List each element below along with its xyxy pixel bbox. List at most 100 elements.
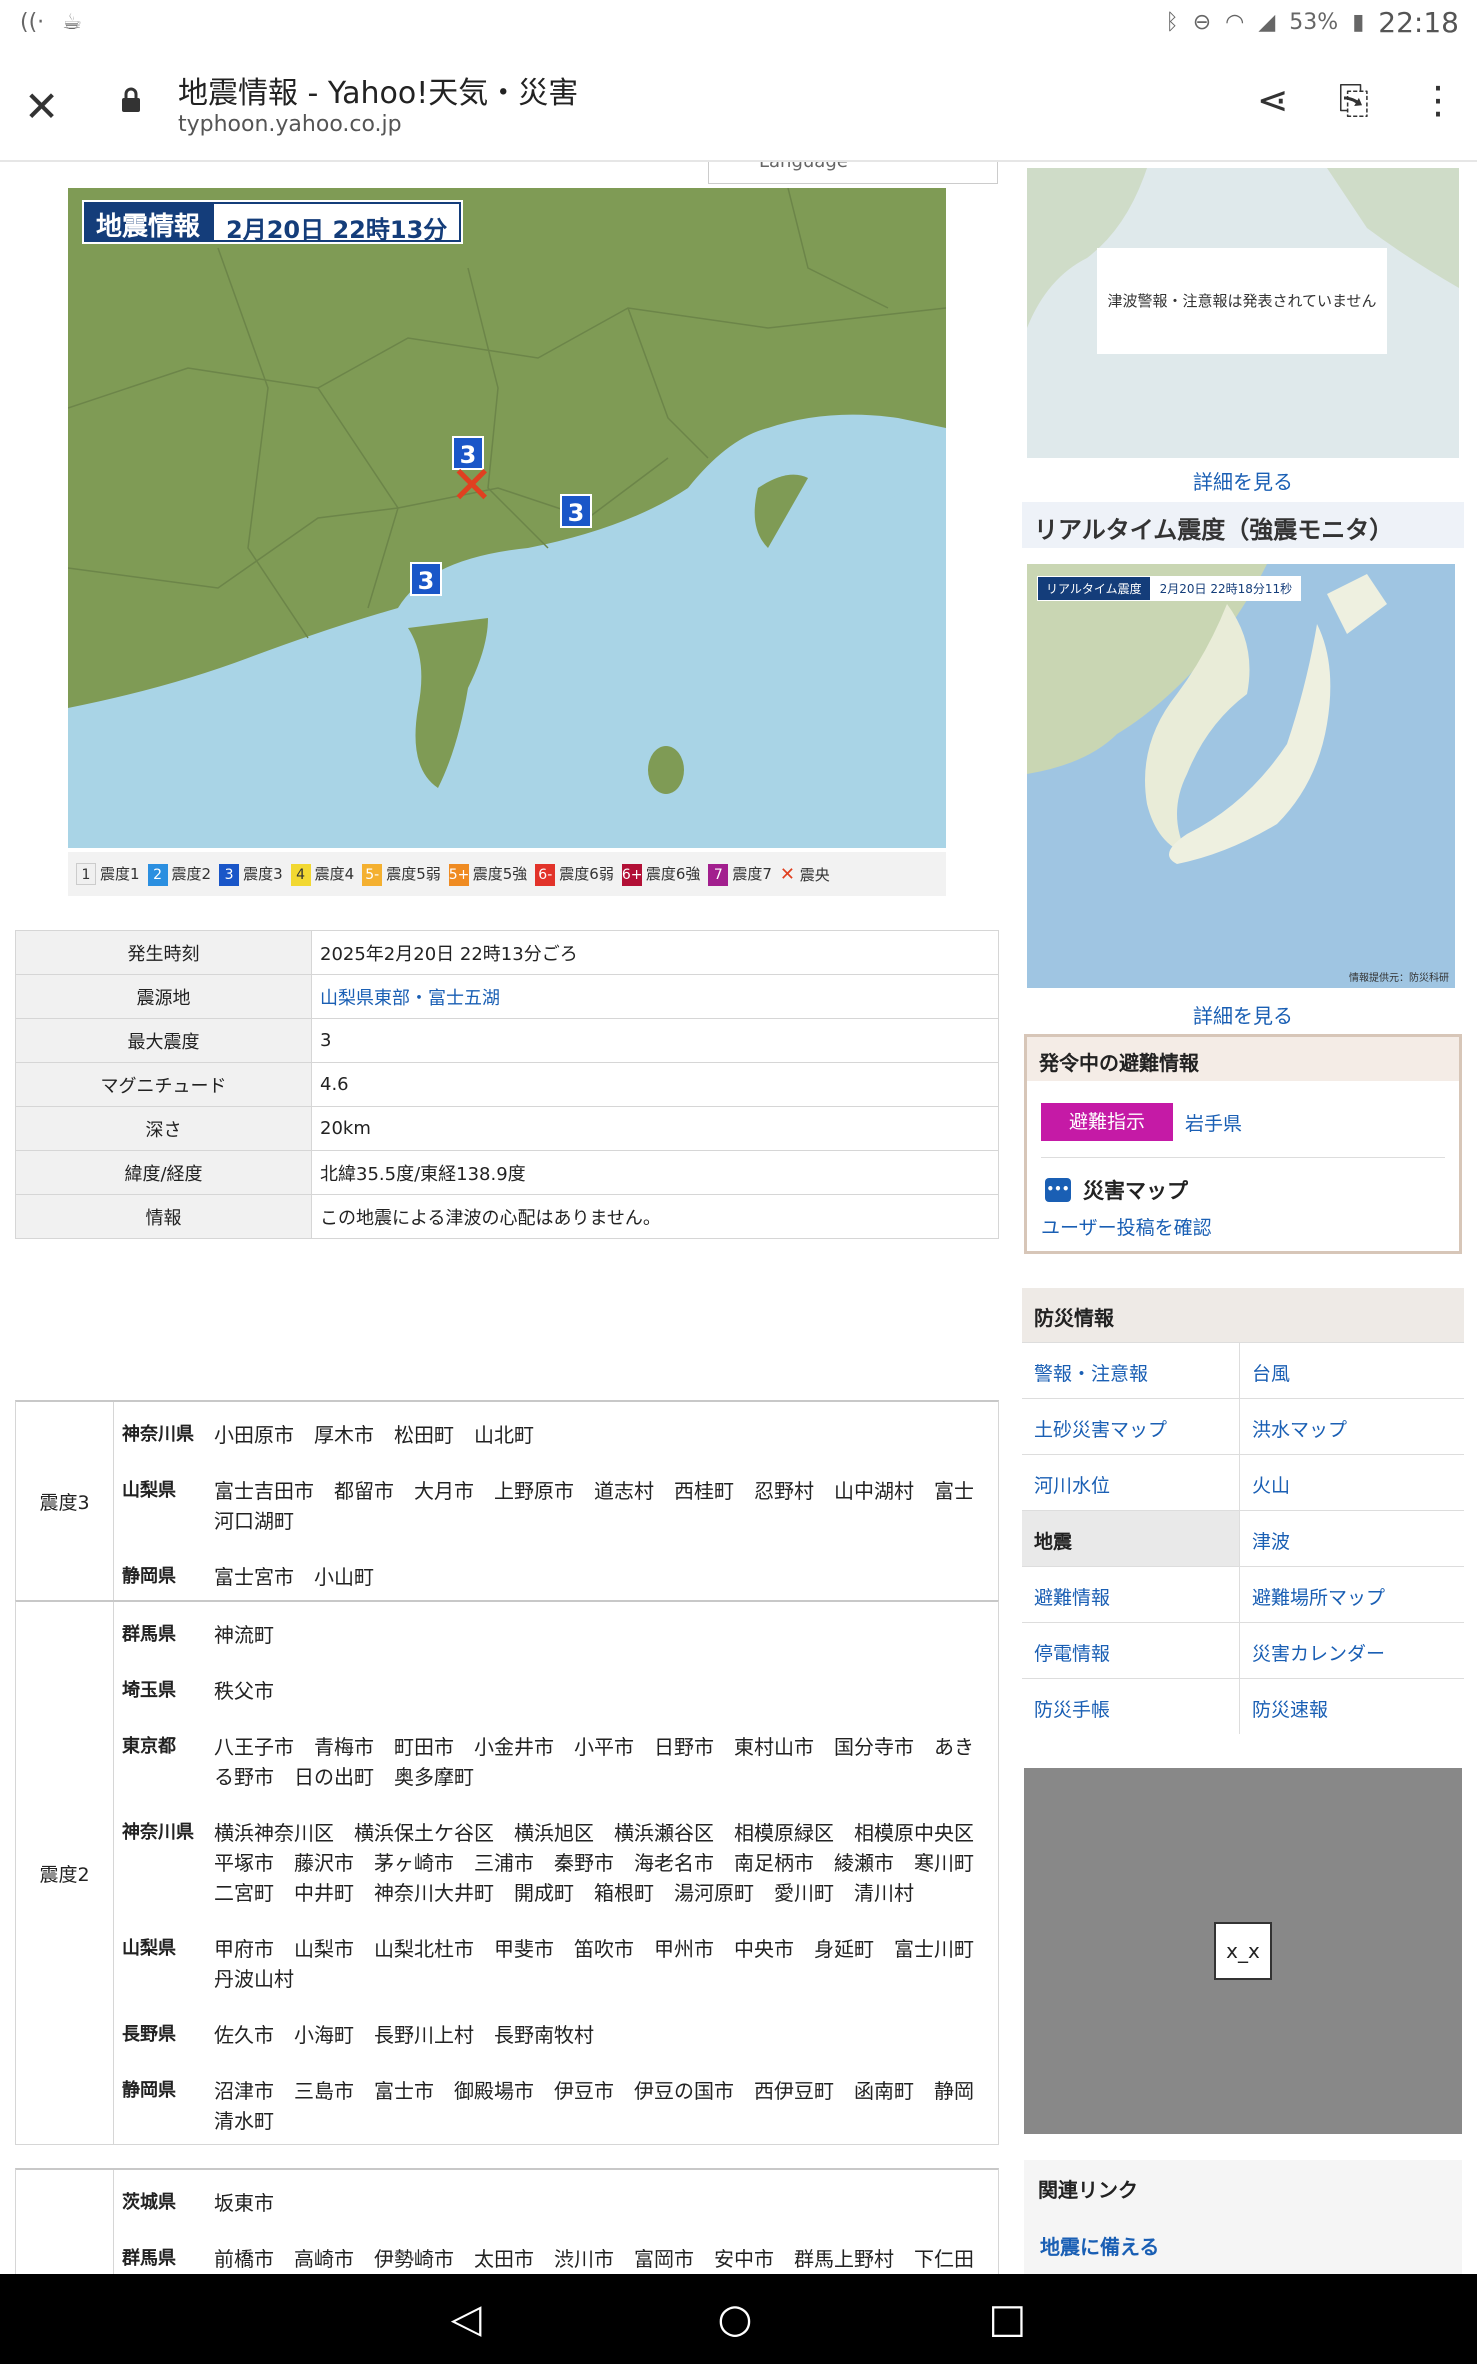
realtime-intensity-map[interactable]: リアルタイム震度 2月20日 22時18分11秒 情報提供元：防災科研 [1027, 564, 1455, 988]
intensity-legend: 1 震度1 2 震度2 3 震度3 4 震度4 5- 震度5弱 5+ 震度5強 6- 震度6弱 6+ 震度6強… [68, 852, 946, 896]
earthquake-map[interactable]: 地震情報 2月20日 22時13分 3 ✕ 3 3 [68, 188, 946, 848]
disaster-info-link[interactable]: 土砂災害マップ [1022, 1398, 1240, 1454]
detail-value: 北緯35.5度/東経138.9度 [311, 1150, 999, 1195]
disaster-info-link[interactable]: 防災手帳 [1022, 1678, 1240, 1734]
map-header: 地震情報 2月20日 22時13分 [82, 200, 464, 244]
legend-label: 震度6強 [645, 864, 701, 883]
disaster-info-link[interactable]: 火山 [1240, 1454, 1464, 1510]
divider [1041, 1157, 1445, 1158]
disaster-map-heading: ••• 災害マップ [1045, 1175, 1188, 1205]
legend-item: 1 震度1 [76, 863, 140, 885]
legend-epicenter: ✕ 震央 [780, 864, 830, 885]
disaster-info-link[interactable]: 停電情報 [1022, 1622, 1240, 1678]
android-nav-bar: ◁ ○ □ [0, 2274, 1477, 2364]
legend-badge: 5- [362, 863, 383, 886]
map-graphic [68, 188, 946, 848]
share-icon[interactable]: ⋖ [1257, 78, 1289, 123]
page-title: 地震情報 - Yahoo!天気・災害 [178, 76, 579, 111]
legend-label: 震度7 [732, 864, 772, 883]
realtime-see-more-link[interactable]: 詳細を見る [1027, 1000, 1459, 1029]
disaster-info-link[interactable]: 避難情報 [1022, 1566, 1240, 1622]
detail-row: 最大震度 3 [15, 1018, 999, 1063]
disaster-info-link[interactable]: 洪水マップ [1240, 1398, 1464, 1454]
prefecture-name: 神奈川県 [122, 1424, 194, 1445]
detail-label: マグニチュード [15, 1062, 312, 1107]
legend-badge: 3 [219, 863, 240, 886]
clock: 22:18 [1378, 6, 1459, 39]
prefecture-row: 群馬県 前橋市 高崎市 伊勢崎市 太田市 渋川市 富岡市 安中市 群馬上野村 下仁… [114, 2226, 998, 2274]
nfc-icon: ((· [20, 10, 45, 35]
tsunami-message: 津波警報・注意報は発表されていません [1097, 248, 1387, 354]
earthquake-details-table: 発生時刻 2025年2月20日 22時13分ごろ 震源地 山梨県東部・富士五湖 最大震度… [15, 930, 999, 1239]
detail-row: 深さ 20km [15, 1106, 999, 1151]
bookmark-icon[interactable]: ⎘ [1339, 78, 1369, 123]
disaster-info-link[interactable]: 防災速報 [1240, 1678, 1464, 1734]
disaster-info-link[interactable]: 災害カレンダー [1240, 1622, 1464, 1678]
disaster-info-link[interactable]: 避難場所マップ [1240, 1566, 1464, 1622]
detail-row: マグニチュード 4.6 [15, 1062, 999, 1107]
map-header-label: 地震情報 [96, 212, 201, 242]
recents-icon[interactable]: □ [988, 2296, 1026, 2342]
language-button[interactable]: Language [708, 162, 998, 184]
signal-icon: ◢ [1258, 10, 1276, 35]
detail-label: 深さ [15, 1106, 312, 1151]
detail-label: 発生時刻 [15, 930, 312, 975]
page-url[interactable]: typhoon.yahoo.co.jp [178, 112, 402, 137]
epicenter-link[interactable]: 山梨県東部・富士五湖 [320, 988, 500, 1009]
battery-text: 53% [1289, 10, 1339, 35]
detail-value: 20km [311, 1106, 999, 1151]
prefecture-name: 埼玉県 [122, 1680, 176, 1701]
prefecture-row: 山梨県 富士吉田市 都留市 大月市 上野原市 道志村 西桂町 忍野村 山中湖村 富… [114, 1458, 998, 1544]
prefecture-row: 茨城県 坂東市 [114, 2170, 998, 2226]
legend-label: 震度4 [314, 864, 355, 883]
disaster-info-link[interactable]: 河川水位 [1022, 1454, 1240, 1510]
user-posts-link[interactable]: ユーザー投稿を確認 [1041, 1213, 1212, 1240]
cup-icon: ☕ [62, 10, 82, 35]
detail-value: 3 [311, 1018, 999, 1063]
detail-label: 緯度/経度 [15, 1150, 312, 1195]
prefecture-name: 山梨県 [122, 1480, 176, 1501]
disaster-info-link[interactable]: 地震 [1022, 1510, 1240, 1566]
prefecture-name: 東京都 [122, 1736, 176, 1757]
detail-row: 情報 この地震による津波の心配はありません。 [15, 1194, 999, 1239]
legend-badge: 6+ [621, 863, 642, 886]
wifi-icon: ◠ [1225, 10, 1245, 35]
intensity-marker: 3 [410, 562, 442, 596]
disaster-info-link[interactable]: 台風 [1240, 1342, 1464, 1398]
detail-value: 山梨県東部・富士五湖 [311, 974, 999, 1019]
prefecture-name: 群馬県 [122, 2248, 176, 2269]
evacuation-order-badge[interactable]: 避難指示 [1041, 1103, 1173, 1141]
disaster-info-menu: 防災情報 警報・注意報 台風 土砂災害マップ 洪水マップ 河川水位 火山 地震 津波 避難情報避… [1022, 1288, 1464, 1734]
more-icon[interactable]: ⋮ [1419, 78, 1457, 123]
close-icon[interactable]: ✕ [24, 82, 59, 131]
related-links: 関連リンク 地震に備える [1024, 2160, 1462, 2274]
tsunami-map[interactable]: 津波警報・注意報は発表されていません [1027, 168, 1459, 458]
realtime-map-credit: 情報提供元：防災科研 [1349, 973, 1449, 984]
home-icon[interactable]: ○ [718, 2296, 753, 2342]
prefecture-row: 群馬県 神流町 [114, 1602, 998, 1658]
lock-icon [122, 87, 140, 112]
prefecture-row: 山梨県 甲府市 山梨市 山梨北杜市 甲斐市 笛吹市 甲州市 中央市 身延町 富士川… [114, 1916, 998, 2002]
tsunami-see-more-link[interactable]: 詳細を見る [1027, 466, 1459, 495]
legend-badge: 5+ [448, 863, 469, 886]
city-list: 甲府市 山梨市 山梨北杜市 甲斐市 笛吹市 甲州市 中央市 身延町 富士川町 丹… [214, 1937, 994, 1991]
detail-label: 震源地 [15, 974, 312, 1019]
legend-label: 震度2 [171, 864, 212, 883]
city-list: 八王子市 青梅市 町田市 小金井市 小平市 日野市 東村山市 国分寺市 あきる野… [214, 1735, 974, 1789]
related-link[interactable]: 地震に備える [1024, 2217, 1462, 2274]
city-list: 沼津市 三島市 富士市 御殿場市 伊豆市 伊豆の国市 西伊豆町 函南町 静岡清水… [214, 2079, 974, 2133]
ad-placeholder: x_x [1024, 1768, 1462, 2134]
legend-badge: 7 [708, 863, 729, 886]
detail-value: この地震による津波の心配はありません。 [311, 1194, 999, 1239]
intensity-level: 震度2 [16, 1602, 114, 2144]
detail-value: 4.6 [311, 1062, 999, 1107]
disaster-info-link[interactable]: 警報・注意報 [1022, 1342, 1240, 1398]
evacuation-prefecture-link[interactable]: 岩手県 [1185, 1109, 1242, 1136]
legend-item: 2 震度2 [147, 863, 212, 886]
city-list: 神流町 [214, 1623, 274, 1647]
prefecture-name: 長野県 [122, 2024, 176, 2045]
realtime-map-time: 2月20日 22時18分11秒 [1150, 576, 1302, 601]
disaster-info-link[interactable]: 津波 [1240, 1510, 1464, 1566]
back-icon[interactable]: ◁ [451, 2296, 482, 2342]
city-list: 富士吉田市 都留市 大月市 上野原市 道志村 西桂町 忍野村 山中湖村 富士河口… [214, 1479, 974, 1533]
